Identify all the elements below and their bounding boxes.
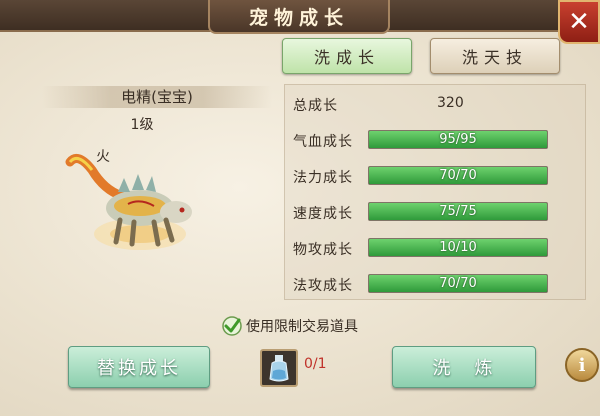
tab-wash-growth[interactable]: 洗成长	[282, 38, 412, 74]
magic-atk-growth-bar: 70/70	[368, 274, 548, 293]
window-title: 宠物成长	[248, 6, 349, 29]
tab-wash-skills[interactable]: 洗天技	[430, 38, 560, 74]
mp-growth-label: 法力成长	[293, 170, 353, 186]
speed-growth-bar: 75/75	[368, 202, 548, 221]
phys-atk-growth-label: 物攻成长	[293, 242, 353, 258]
magic-atk-growth-value: 70/70	[439, 276, 477, 291]
speed-growth-value: 75/75	[439, 204, 477, 219]
hp-growth-label: 气血成长	[293, 134, 353, 150]
title-plate: 宠物成长	[208, 0, 390, 34]
phys-atk-growth-value: 10/10	[439, 240, 477, 255]
checkbox-checked-icon[interactable]	[222, 316, 242, 336]
item-slot[interactable]	[260, 349, 298, 387]
item-count: 0/1	[304, 356, 327, 372]
tab-wash-skills-label: 洗天技	[461, 48, 528, 67]
tab-wash-growth-label: 洗成长	[313, 48, 380, 67]
hp-growth-value: 95/95	[439, 132, 477, 147]
total-growth-label: 总成长	[293, 98, 338, 114]
replace-growth-button[interactable]: 替换成长	[68, 346, 210, 388]
info-icon: i	[578, 354, 586, 376]
close-icon: ✕	[568, 7, 590, 37]
replace-growth-label: 替换成长	[97, 358, 181, 379]
pet-level: 1级	[130, 117, 154, 133]
hp-growth-bar: 95/95	[368, 130, 548, 149]
potion-bottle-icon	[269, 355, 289, 382]
mp-growth-bar: 70/70	[368, 166, 548, 185]
use-restricted-items-label: 使用限制交易道具	[246, 319, 358, 335]
stats-box	[284, 84, 586, 300]
wash-label: 洗 炼	[432, 358, 496, 379]
total-growth-value: 320	[437, 95, 464, 111]
pet-model-image[interactable]	[58, 150, 208, 260]
info-button[interactable]: i	[565, 348, 599, 382]
mp-growth-value: 70/70	[439, 168, 477, 183]
phys-atk-growth-bar: 10/10	[368, 238, 548, 257]
pet-growth-panel: 宠物成长 ✕ 洗成长 洗天技 电精(宝宝) 1级 火 总成长 320 气血成长 …	[0, 0, 600, 416]
wash-button[interactable]: 洗 炼	[392, 346, 536, 388]
magic-atk-growth-label: 法攻成长	[293, 278, 353, 294]
use-restricted-items-toggle[interactable]: 使用限制交易道具	[222, 316, 358, 336]
pet-name: 电精(宝宝)	[121, 88, 193, 106]
speed-growth-label: 速度成长	[293, 206, 353, 222]
close-button[interactable]: ✕	[558, 0, 600, 44]
